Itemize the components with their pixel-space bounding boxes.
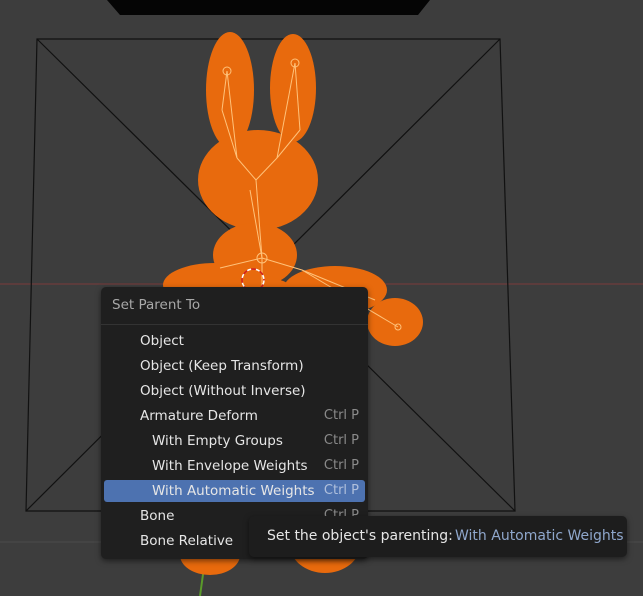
menu-item-label: Bone Relative — [140, 533, 234, 549]
menu-item-shortcut: Ctrl P — [323, 483, 359, 498]
tooltip-value: With Automatic Weights — [455, 528, 624, 544]
menu-item-shortcut: Ctrl P — [323, 458, 359, 473]
menu-item-armature-deform[interactable]: Armature Deform Ctrl P — [104, 405, 365, 427]
menu-item-with-empty-groups[interactable]: With Empty Groups Ctrl P — [104, 430, 365, 452]
menu-title: Set Parent To — [112, 297, 201, 313]
tooltip: Set the object's parenting: With Automat… — [249, 516, 627, 557]
menu-item-label: Armature Deform — [140, 408, 258, 424]
menu-item-object-without-inverse[interactable]: Object (Without Inverse) — [104, 380, 365, 402]
menu-divider — [101, 324, 368, 325]
menu-item-label: Object — [140, 333, 184, 349]
tooltip-label: Set the object's parenting: — [267, 528, 453, 544]
menu-item-shortcut: Ctrl P — [323, 433, 359, 448]
menu-item-shortcut: Ctrl P — [323, 408, 359, 423]
menu-item-label: Bone — [140, 508, 175, 524]
menu-item-object-keep-transform[interactable]: Object (Keep Transform) — [104, 355, 365, 377]
menu-item-with-envelope-weights[interactable]: With Envelope Weights Ctrl P — [104, 455, 365, 477]
menu-item-label: With Empty Groups — [152, 433, 283, 449]
viewport-header-shadow — [107, 0, 430, 15]
menu-item-object[interactable]: Object — [104, 330, 365, 352]
menu-item-label: With Automatic Weights — [152, 483, 315, 499]
menu-item-label: Object (Without Inverse) — [140, 383, 306, 399]
menu-item-with-automatic-weights[interactable]: With Automatic Weights Ctrl P — [104, 480, 365, 502]
menu-item-label: Object (Keep Transform) — [140, 358, 304, 374]
menu-item-label: With Envelope Weights — [152, 458, 308, 474]
